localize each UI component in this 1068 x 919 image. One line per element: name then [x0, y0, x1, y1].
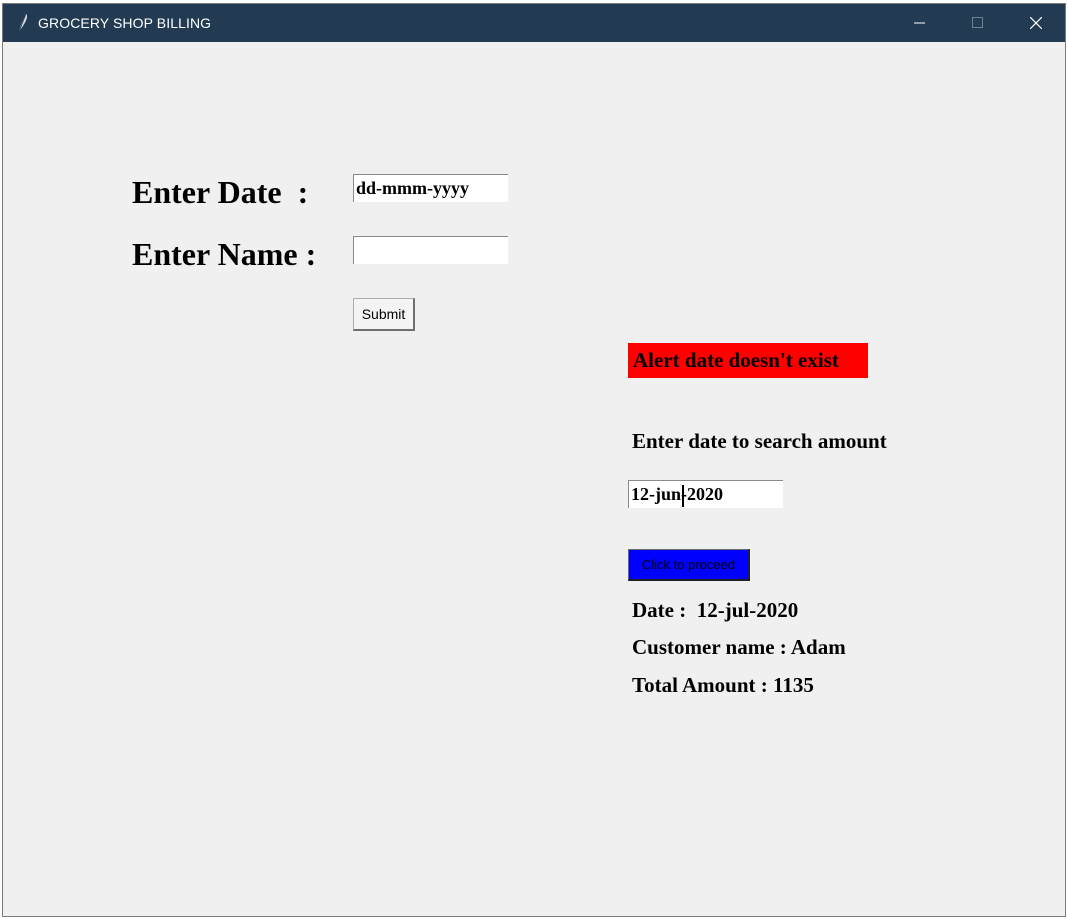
result-date: Date : 12-jul-2020 [632, 598, 799, 622]
search-label: Enter date to search amount [632, 429, 887, 453]
submit-button[interactable]: Submit [353, 298, 415, 331]
search-date-input[interactable] [628, 480, 783, 508]
minimize-button[interactable] [891, 4, 949, 42]
window-title: GROCERY SHOP BILLING [38, 15, 212, 31]
maximize-icon [972, 17, 983, 28]
date-input[interactable] [353, 174, 508, 202]
text-caret [682, 485, 684, 507]
proceed-button[interactable]: Click to proceed [628, 549, 750, 581]
name-input[interactable] [353, 236, 508, 264]
feather-icon [15, 13, 31, 33]
title-bar[interactable]: GROCERY SHOP BILLING [3, 4, 1065, 42]
minimize-icon [914, 22, 925, 24]
name-label: Enter Name : [132, 236, 317, 272]
alert-message: Alert date doesn't exist [628, 343, 868, 378]
close-icon [1030, 17, 1042, 29]
maximize-button[interactable] [949, 4, 1007, 42]
date-label: Enter Date : [132, 174, 309, 210]
result-total-amount: Total Amount : 1135 [632, 673, 814, 697]
close-button[interactable] [1007, 4, 1065, 42]
app-window: GROCERY SHOP BILLING Enter Date : Enter … [2, 3, 1066, 917]
result-customer-name: Customer name : Adam [632, 635, 846, 659]
